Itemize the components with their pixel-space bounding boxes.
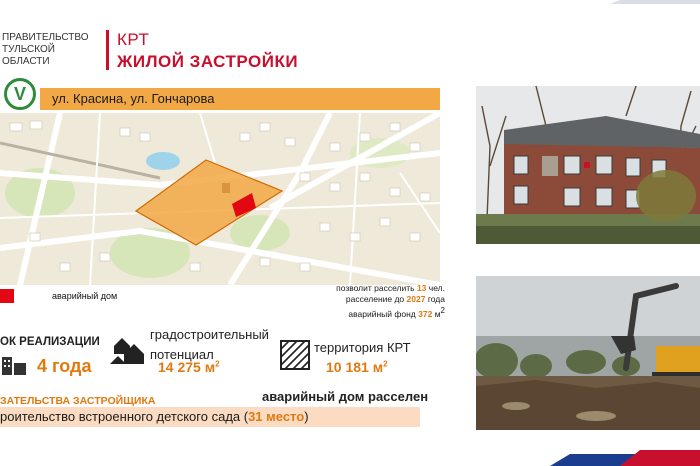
term-label: ОК РЕАЛИЗАЦИИ xyxy=(0,336,100,348)
resettle-text: аварийный фонд xyxy=(348,308,416,319)
resettle-text: года xyxy=(427,294,445,304)
gov-line-1: ПРАВИТЕЛЬСТВО xyxy=(2,32,89,43)
address-label: ул. Красина, ул. Гончарова xyxy=(52,91,215,106)
hatched-area-icon xyxy=(280,340,310,370)
potential-label-line-1: градостроительный xyxy=(150,327,269,342)
gov-line-2: ТУЛЬСКОЙ xyxy=(2,44,55,55)
term-value: 4 года xyxy=(37,356,92,376)
flag-stripes-bottom xyxy=(490,450,700,466)
people-count: 13 xyxy=(416,283,427,293)
emergency-area: 372 xyxy=(418,308,433,319)
resettle-text: чел. xyxy=(428,283,445,293)
photo-old-building xyxy=(476,86,700,244)
territory-value: 10 181 м2 xyxy=(326,359,388,375)
gov-line-3: ОБЛАСТИ xyxy=(2,56,50,67)
house-resettled-note: аварийный дом расселен xyxy=(262,389,429,404)
building-icon xyxy=(2,357,26,375)
kindergarten-text: роительство встроенного детского сада ( xyxy=(0,409,249,424)
government-logo-text: ПРАВИТЕЛЬСТВО ТУЛЬСКОЙ ОБЛАСТИ xyxy=(2,32,102,68)
resettle-text: расселение до xyxy=(345,294,405,304)
title-divider xyxy=(106,30,109,70)
potential-number: 14 275 м xyxy=(158,359,216,375)
kindergarten-text-end: ) xyxy=(304,409,309,424)
resettle-line-2: расселение до 2027 года xyxy=(305,294,445,305)
potential-value: 14 275 м2 xyxy=(158,359,220,375)
resettle-text: позволит расселить xyxy=(336,283,415,293)
emergency-house-legend: аварийный дом xyxy=(52,291,118,301)
emergency-house-swatch xyxy=(0,289,14,303)
resettle-line-1: позволит расселить 13 чел. xyxy=(305,283,445,294)
resettle-line-3: аварийный фонд 372 м2 xyxy=(348,306,445,319)
houses-icon xyxy=(110,338,144,364)
obligations-title: ЗАТЕЛЬСТВА ЗАСТРОЙЩИКА xyxy=(0,395,156,407)
kindergarten-places: 31 место xyxy=(248,409,305,424)
check-v-icon: V xyxy=(4,78,36,110)
territory-number: 10 181 м xyxy=(326,359,384,375)
photo-excavator xyxy=(476,276,700,430)
resettlement-info: позволит расселить 13 чел. расселение до… xyxy=(305,283,445,320)
page-title-line-2: ЖИЛОЙ ЗАСТРОЙКИ xyxy=(117,52,299,71)
territory-label: территория КРТ xyxy=(314,340,411,355)
kindergarten-obligation: роительство встроенного детского сада (3… xyxy=(0,407,420,427)
site-map xyxy=(0,113,440,285)
page-title-line-1: КРТ xyxy=(117,30,150,49)
slide: ПРАВИТЕЛЬСТВО ТУЛЬСКОЙ ОБЛАСТИ КРТ ЖИЛОЙ… xyxy=(0,0,700,466)
resettle-year: 2027 xyxy=(406,294,426,304)
flag-stripes-top xyxy=(610,0,700,4)
